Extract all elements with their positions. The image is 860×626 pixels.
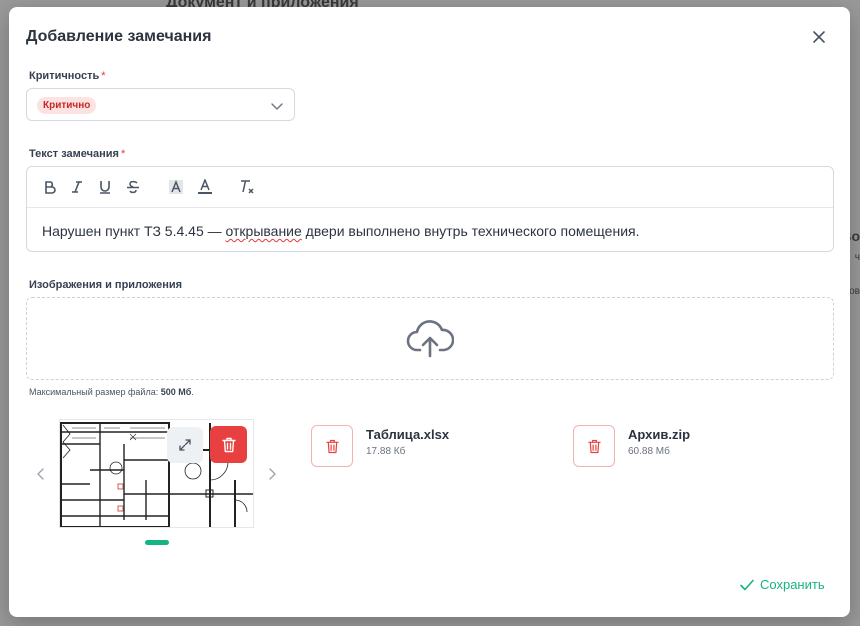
delete-image-button[interactable] bbox=[210, 426, 247, 463]
add-remark-dialog: Добавление замечания Критичность * Критич… bbox=[9, 7, 850, 617]
file-name[interactable]: Архив.zip bbox=[628, 427, 690, 442]
chevron-down-icon bbox=[271, 103, 283, 110]
trash-icon bbox=[587, 439, 601, 453]
file-name[interactable]: Таблица.xlsx bbox=[366, 427, 449, 442]
chevron-left-icon[interactable] bbox=[34, 467, 48, 481]
chevron-right-icon[interactable] bbox=[265, 467, 279, 481]
attachments-label: Изображения и приложения bbox=[29, 279, 183, 291]
misspelled-word: открывание bbox=[225, 223, 302, 239]
criticality-label: Критичность * bbox=[29, 70, 106, 82]
bold-icon[interactable] bbox=[41, 178, 59, 196]
file-dropzone[interactable] bbox=[26, 297, 834, 380]
required-mark: * bbox=[120, 148, 126, 160]
save-label: Сохранить bbox=[760, 577, 825, 592]
delete-file-button[interactable] bbox=[311, 425, 353, 467]
trash-icon bbox=[325, 439, 339, 453]
delete-file-button[interactable] bbox=[573, 425, 615, 467]
close-icon[interactable] bbox=[810, 28, 828, 46]
required-mark: * bbox=[101, 70, 106, 82]
background-text: ч bbox=[854, 252, 860, 263]
dialog-title: Добавление замечания bbox=[26, 28, 212, 45]
strikethrough-icon[interactable] bbox=[124, 178, 142, 196]
criticality-badge: Критично bbox=[37, 97, 97, 114]
italic-icon[interactable] bbox=[68, 178, 86, 196]
expand-icon bbox=[179, 439, 191, 451]
expand-image-button[interactable] bbox=[167, 427, 203, 463]
remark-text: Нарушен пункт ТЗ 5.4.45 — открывание две… bbox=[42, 223, 640, 239]
background-text-2: ов bbox=[849, 286, 860, 297]
carousel-indicator[interactable] bbox=[145, 540, 169, 545]
file-size: 60.88 Мб bbox=[628, 446, 670, 457]
text-color-icon[interactable] bbox=[196, 178, 214, 196]
remark-editor[interactable]: Нарушен пункт ТЗ 5.4.45 — открывание две… bbox=[26, 166, 834, 252]
remark-label: Текст замечания * bbox=[29, 148, 126, 160]
clear-format-icon[interactable] bbox=[238, 178, 256, 196]
underline-icon[interactable] bbox=[96, 178, 114, 196]
cloud-upload-icon bbox=[406, 320, 454, 358]
file-size-hint: Максимальный размер файла: 500 Мб. bbox=[29, 387, 194, 397]
highlight-icon[interactable] bbox=[167, 178, 185, 196]
save-button[interactable]: Сохранить bbox=[740, 577, 825, 592]
file-size: 17.88 Кб bbox=[366, 446, 406, 457]
editor-toolbar bbox=[27, 167, 833, 208]
trash-icon bbox=[221, 437, 236, 452]
criticality-select[interactable]: Критично bbox=[26, 88, 295, 121]
check-icon bbox=[740, 579, 754, 590]
